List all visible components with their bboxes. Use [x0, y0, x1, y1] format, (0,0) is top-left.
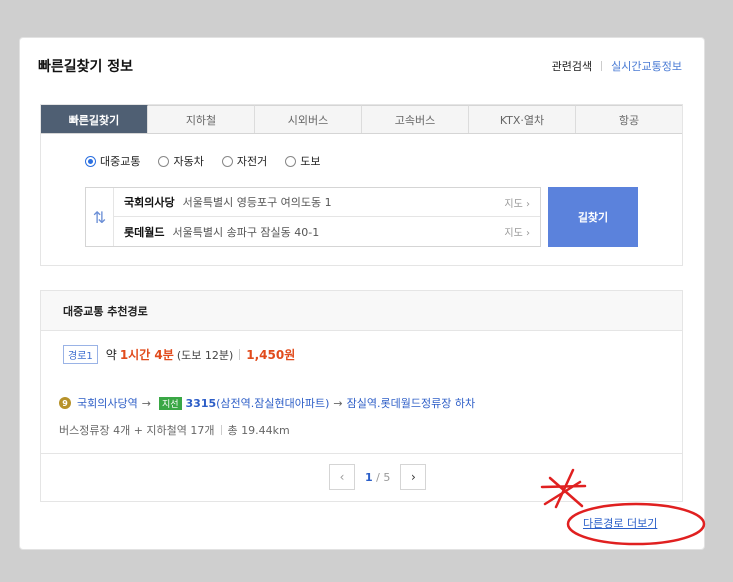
radio-label: 자동차 [173, 155, 204, 168]
tab-ktx-train[interactable]: KTX·열차 [469, 105, 576, 133]
arrow-icon: → [141, 396, 151, 410]
origin-field[interactable]: 국회의사당 서울특별시 영등포구 여의도동 1 지도 › [114, 188, 540, 217]
page-separator: / [376, 470, 380, 484]
bus-via: (삼전역.잠실현대아파트) [216, 397, 330, 410]
divider [220, 425, 222, 435]
travel-time: 1시간 4분 [119, 348, 174, 362]
link-divider [601, 61, 603, 71]
start-stop: 국회의사당역 [77, 397, 138, 410]
tab-express-bus[interactable]: 고속버스 [362, 105, 469, 133]
swap-icon[interactable]: ⇅ [86, 188, 114, 246]
destination-map-link[interactable]: 지도 › [504, 224, 530, 239]
page-indicator: 1 / 5 [365, 471, 390, 484]
radio-dot-icon [85, 155, 96, 167]
mode-radios: 대중교통 자동차 자전거 도보 [85, 153, 320, 169]
fare: 1,450원 [246, 348, 296, 362]
destination-name: 롯데월드 [124, 225, 165, 239]
card-title: 빠른길찾기 정보 [38, 59, 134, 75]
tab-flight[interactable]: 항공 [576, 105, 682, 133]
radio-walk[interactable]: 도보 [285, 153, 320, 169]
radio-label: 대중교통 [100, 155, 141, 168]
top-links: 관련검색 실시간교통정보 [552, 58, 682, 74]
destination-address: 서울특별시 송파구 잠실동 40-1 [172, 225, 320, 239]
tab-quick-route[interactable]: 빠른길찾기 [41, 105, 148, 133]
end-stop: 잠실역.롯데월드정류장 하차 [346, 397, 476, 410]
radio-dot-icon [221, 155, 233, 167]
radio-dot-icon [158, 155, 170, 167]
origin-address: 서울특별시 영등포구 여의도동 1 [182, 196, 332, 209]
tab-subway[interactable]: 지하철 [148, 105, 255, 133]
arrow-icon: → [333, 396, 343, 410]
results-panel: 대중교통 추천경로 경로1 약 1시간 4분 (도보 12분) 1,450원 9… [40, 290, 683, 502]
about-text: 약 [105, 348, 117, 362]
radio-label: 자전거 [236, 155, 268, 168]
radio-dot-icon [285, 155, 297, 167]
divider [239, 349, 241, 360]
route-input-box: ⇅ 국회의사당 서울특별시 영등포구 여의도동 1 지도 › 롯데월드 서울특별… [85, 187, 541, 247]
radio-label: 도보 [300, 155, 321, 168]
line-9-icon: 9 [59, 397, 71, 409]
route-stats: 버스정류장 4개 + 지하철역 17개 총 19.44km [59, 422, 290, 438]
stops-count: 버스정류장 4개 + 지하철역 17개 [59, 424, 215, 437]
results-heading: 대중교통 추천경로 [41, 291, 682, 331]
route-info-card: 빠른길찾기 정보 관련검색 실시간교통정보 빠른길찾기 지하철 시외버스 고속버… [19, 37, 705, 550]
destination-field[interactable]: 롯데월드 서울특별시 송파구 잠실동 40-1 지도 › [114, 217, 540, 246]
more-routes-link[interactable]: 다른경로 더보기 [583, 515, 657, 531]
origin-name: 국회의사당 [124, 196, 175, 209]
pagination-area: ‹ 1 / 5 › [41, 453, 682, 501]
radio-public-transit[interactable]: 대중교통 [85, 153, 140, 169]
pagination: ‹ 1 / 5 › [329, 464, 427, 490]
walk-time: (도보 12분) [176, 348, 234, 362]
prev-page-button[interactable]: ‹ [329, 464, 355, 490]
search-panel: 빠른길찾기 지하철 시외버스 고속버스 KTX·열차 항공 대중교통 자동차 자… [40, 104, 683, 266]
origin-map-link[interactable]: 지도 › [504, 195, 530, 210]
find-route-button[interactable]: 길찾기 [548, 187, 638, 247]
bus-type-badge: 지선 [158, 396, 182, 410]
route-badge: 경로1 [63, 345, 98, 364]
route-path[interactable]: 9 국회의사당역 → 지선 3315 (삼전역.잠실현대아파트) → 잠실역.롯… [59, 395, 475, 411]
related-search-link[interactable]: 관련검색 [552, 58, 592, 74]
bus-number: 3315 [185, 396, 217, 410]
realtime-traffic-link[interactable]: 실시간교통정보 [611, 58, 682, 74]
total-distance: 총 19.44km [227, 424, 290, 437]
route-summary[interactable]: 경로1 약 1시간 4분 (도보 12분) 1,450원 [63, 345, 295, 364]
current-page: 1 [365, 470, 373, 484]
radio-car[interactable]: 자동차 [158, 153, 204, 169]
tab-intercity-bus[interactable]: 시외버스 [255, 105, 362, 133]
radio-bicycle[interactable]: 자전거 [221, 153, 268, 169]
total-pages: 5 [383, 470, 391, 484]
next-page-button[interactable]: › [400, 464, 427, 490]
transport-tabs: 빠른길찾기 지하철 시외버스 고속버스 KTX·열차 항공 [41, 105, 682, 134]
